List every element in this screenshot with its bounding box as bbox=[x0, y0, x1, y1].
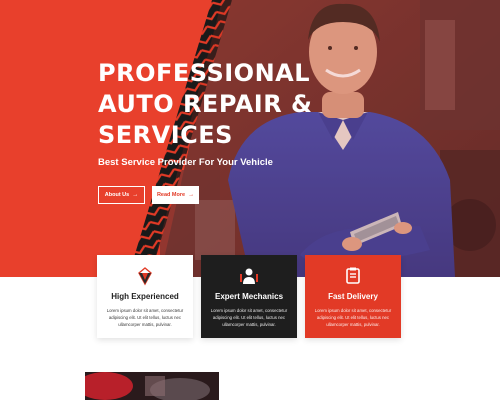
hero-subtitle: Best Service Provider For Your Vehicle bbox=[98, 157, 273, 168]
about-us-label: About Us bbox=[104, 192, 130, 198]
arrow-right-icon: → bbox=[188, 192, 195, 198]
arrow-right-icon: → bbox=[132, 192, 139, 198]
feature-card-expert-mechanics: Expert Mechanics Lorem ipsum dolor sit a… bbox=[201, 255, 297, 338]
feature-title: High Experienced bbox=[111, 292, 179, 301]
feature-title: Fast Delivery bbox=[328, 292, 378, 301]
workshop-preview-image bbox=[85, 372, 219, 400]
hero-title: PROFESSIONAL AUTO REPAIR & SERVICES bbox=[98, 58, 318, 151]
feature-text: Lorem ipsum dolor sit amet, consectetur … bbox=[210, 308, 288, 327]
feature-card-high-experienced: High Experienced Lorem ipsum dolor sit a… bbox=[97, 255, 193, 338]
feature-title: Expert Mechanics bbox=[214, 292, 284, 301]
hero-buttons: About Us → Read More → bbox=[98, 186, 318, 204]
diamond-badge-icon bbox=[138, 267, 152, 286]
hero-content: PROFESSIONAL AUTO REPAIR & SERVICES Best… bbox=[98, 58, 318, 204]
read-more-button[interactable]: Read More → bbox=[152, 186, 199, 204]
about-us-button[interactable]: About Us → bbox=[98, 186, 145, 204]
hero-section: PROFESSIONAL AUTO REPAIR & SERVICES Best… bbox=[0, 0, 500, 277]
feature-cards: High Experienced Lorem ipsum dolor sit a… bbox=[97, 255, 401, 338]
feature-card-fast-delivery: Fast Delivery Lorem ipsum dolor sit amet… bbox=[305, 255, 401, 338]
hero-title-line: SERVICES bbox=[98, 121, 233, 149]
hero-title-line: PROFESSIONAL bbox=[98, 59, 311, 87]
feature-text: Lorem ipsum dolor sit amet, consectetur … bbox=[106, 308, 184, 327]
delivery-truck-icon bbox=[346, 267, 360, 284]
feature-text: Lorem ipsum dolor sit amet, consectetur … bbox=[314, 308, 392, 327]
read-more-label: Read More bbox=[156, 192, 186, 198]
mechanic-tools-icon bbox=[240, 268, 258, 284]
hero-title-line: AUTO REPAIR & bbox=[98, 90, 313, 118]
